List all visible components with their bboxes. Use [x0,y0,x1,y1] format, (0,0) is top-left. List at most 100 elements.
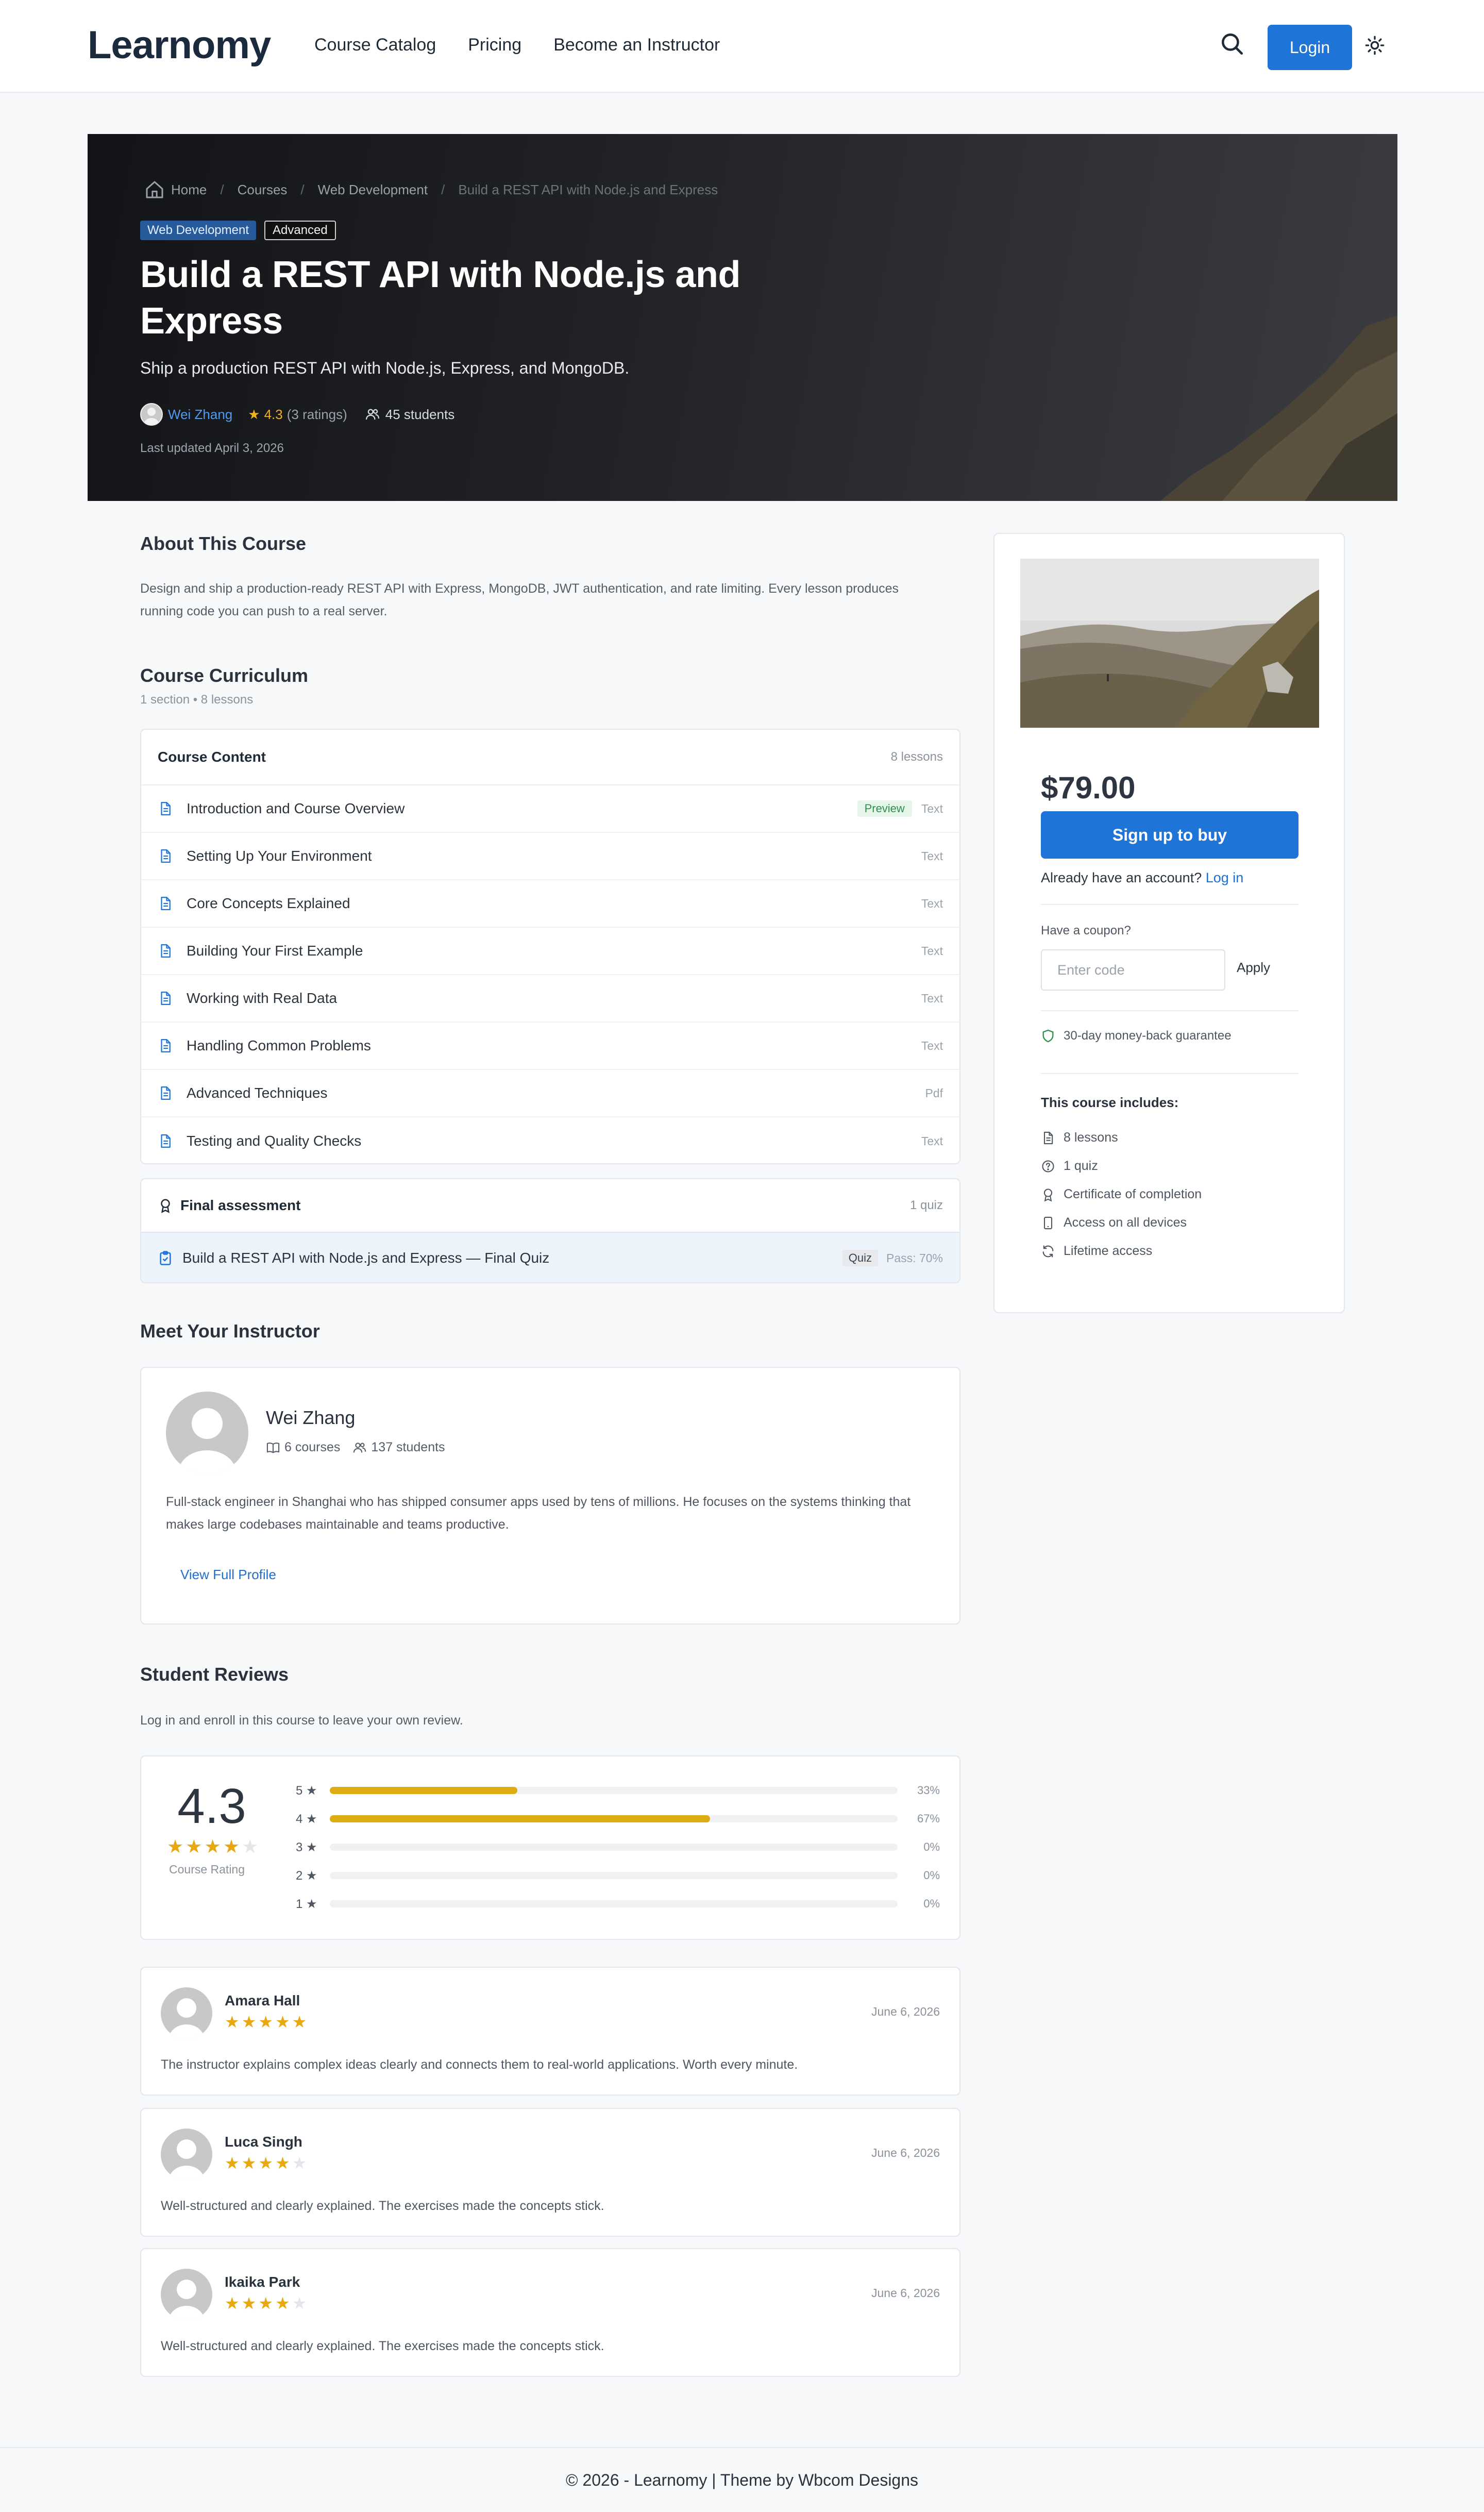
search-icon[interactable] [1219,31,1245,57]
rating-bar-percent: 67% [917,1812,940,1825]
site-logo[interactable]: Learnomy [88,23,271,68]
level-badge: Advanced [264,221,336,240]
purchase-sidebar: $79.00 Sign up to buy Already have an ac… [993,533,1345,1313]
document-icon [158,801,177,816]
instructor-courses: 6 courses [266,1440,340,1455]
star-icon: ★ [248,406,260,422]
lesson-name: Setting Up Your Environment [187,848,372,864]
category-badge[interactable]: Web Development [140,221,256,240]
rating-bar-label: 5 ★ [296,1783,317,1798]
curriculum-section-header[interactable]: Course Content 8 lessons [141,730,959,785]
refresh-icon [1042,1245,1054,1258]
quiz-row[interactable]: Build a REST API with Node.js and Expres… [141,1233,959,1282]
breadcrumb-courses[interactable]: Courses [238,182,288,198]
assessment-card: Final assessment 1 quiz Build a REST API… [140,1178,960,1283]
course-badges: Web Development Advanced [140,221,336,240]
lesson-type: Pdf [925,1086,943,1100]
rating-bar-row: 3 ★ 0% [296,1837,940,1857]
rating-bar-percent: 0% [923,1840,940,1853]
about-text: Design and ship a production-ready REST … [140,581,899,618]
lesson-type: Text [921,1039,943,1052]
include-quiz: 1 quiz [1041,1152,1202,1180]
award-icon [161,1199,170,1213]
instructor-bio: Full-stack engineer in Shanghai who has … [166,1495,911,1532]
review-date: June 6, 2026 [871,2146,940,2159]
sign-up-to-buy-button[interactable]: Sign up to buy [1041,811,1298,859]
rating-bar-label: 1 ★ [296,1897,317,1911]
review-card: Ikaika Park ★★★★★ June 6, 2026 Well-structu… [140,2248,960,2377]
lesson-type: Text [921,991,943,1005]
curriculum-meta: 1 section • 8 lessons [140,693,254,707]
lesson-row[interactable]: Advanced Techniques Pdf [141,1070,959,1117]
nav-become-instructor[interactable]: Become an Instructor [553,35,720,55]
includes-list: 8 lessons 1 quiz Certificate of completi… [1041,1124,1202,1265]
review-text: The instructor explains complex ideas cl… [161,2057,798,2072]
document-icon [158,943,177,959]
students-count: 45 students [365,407,454,423]
reviewer-avatar [161,2129,212,2180]
lesson-row[interactable]: Handling Common Problems Text [141,1023,959,1070]
author-avatar [140,403,163,426]
average-stars: ★★★★★ [167,1836,261,1857]
assessment-count: 1 quiz [909,1198,943,1212]
breadcrumb-current: Build a REST API with Node.js and Expres… [458,181,718,197]
rating-bar-track [330,1844,898,1851]
instructor-stats: 6 courses 137 students [266,1440,445,1455]
author-link[interactable]: Wei Zhang [168,407,232,423]
money-back-guarantee: 30-day money-back guarantee [1041,1029,1232,1043]
question-icon [1042,1160,1054,1173]
document-icon [158,1038,177,1053]
lesson-name: Handling Common Problems [187,1037,371,1053]
include-devices: Access on all devices [1041,1209,1202,1237]
hero-background-hill [1160,315,1397,501]
ratings-count: (3 ratings) [286,406,347,422]
review-text: Well-structured and clearly explained. T… [161,2199,604,2213]
course-price: $79.00 [1041,771,1136,805]
apply-coupon-button[interactable]: Apply [1237,960,1270,976]
view-full-profile-link[interactable]: View Full Profile [180,1567,276,1583]
rating-bar-percent: 0% [923,1897,940,1910]
include-lifetime: Lifetime access [1041,1237,1202,1265]
course-hero: Home / Courses / Web Development / Build… [88,134,1397,501]
preview-badge[interactable]: Preview [857,800,912,817]
lesson-name: Core Concepts Explained [187,895,350,911]
nav-course-catalog[interactable]: Course Catalog [314,35,436,55]
review-stars: ★★★★★ [225,2154,309,2172]
lesson-row[interactable]: Testing and Quality Checks Text [141,1117,959,1163]
lesson-row[interactable]: Working with Real Data Text [141,975,959,1023]
lesson-row[interactable]: Introduction and Course Overview Preview T… [141,785,959,833]
instructor-name[interactable]: Wei Zhang [266,1407,355,1429]
review-card: Luca Singh ★★★★★ June 6, 2026 Well-structur… [140,2108,960,2237]
breadcrumb-category[interactable]: Web Development [318,182,428,198]
rating-bar-track [330,1872,898,1879]
users-icon [353,1442,366,1452]
users-icon [365,409,379,420]
rating-bar-fill [330,1815,711,1822]
document-icon [158,896,177,911]
breadcrumb-home[interactable]: Home [144,179,207,200]
nav-pricing[interactable]: Pricing [468,35,521,55]
login-link[interactable]: Log in [1206,870,1244,885]
lesson-name: Building Your First Example [187,943,363,959]
lesson-name: Testing and Quality Checks [187,1133,362,1149]
review-date: June 6, 2026 [871,2005,940,2018]
instructor-section-title: Meet Your Instructor [140,1320,320,1342]
quiz-pass-mark: Pass: 70% [886,1251,943,1265]
instructor-students: 137 students [352,1440,445,1455]
quiz-badge: Quiz [842,1250,879,1266]
reviewer-avatar [161,1987,212,2039]
document-icon [158,1133,177,1149]
lesson-row[interactable]: Setting Up Your Environment Text [141,833,959,880]
document-icon [158,1085,177,1101]
assessment-header: Final assessment 1 quiz [141,1179,959,1233]
reviews-note: Log in and enroll in this course to leav… [140,1713,463,1728]
site-header: Learnomy Course Catalog Pricing Become a… [0,0,1484,93]
course-title: Build a REST API with Node.js and Expres… [140,254,740,342]
lesson-row[interactable]: Core Concepts Explained Text [141,880,959,928]
instructor-avatar[interactable] [166,1392,248,1474]
coupon-input[interactable] [1041,949,1225,991]
login-button[interactable]: Login [1268,25,1352,70]
breadcrumb-separator: / [220,181,224,197]
lesson-row[interactable]: Building Your First Example Text [141,928,959,975]
sun-icon[interactable] [1364,35,1385,56]
